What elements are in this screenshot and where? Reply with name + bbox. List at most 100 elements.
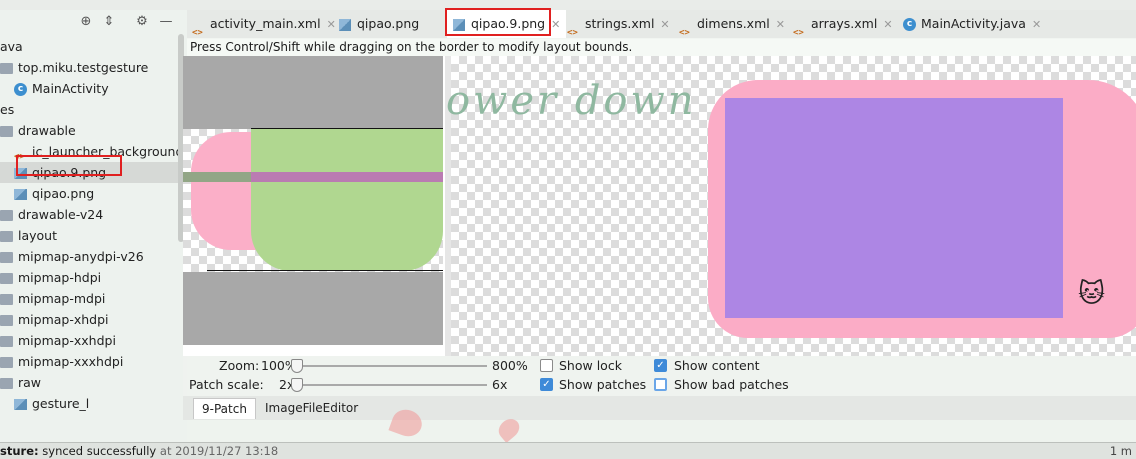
editor-mode-tabs: 9-Patch ImageFileEditor bbox=[183, 396, 1136, 420]
content-band-green bbox=[183, 172, 251, 182]
show-content-label[interactable]: Show content bbox=[674, 358, 760, 373]
close-icon[interactable]: ✕ bbox=[551, 18, 560, 31]
tab-mainactivity-java[interactable]: c MainActivity.java ✕ bbox=[903, 10, 1041, 38]
tree-item-drawable-v24[interactable]: drawable-v24 bbox=[0, 204, 103, 225]
tree-item-label: mipmap-xhdpi bbox=[18, 312, 109, 327]
editor-tab-bar: <>activity_main.xml ✕ qipao.png qipao.9.p… bbox=[187, 10, 1136, 39]
tree-item-qipao[interactable]: qipao.png bbox=[14, 183, 94, 204]
patch-scale-label: Patch scale: bbox=[189, 377, 264, 392]
ninepatch-controls: Zoom: 100% 800% Patch scale: 2x 6x Show … bbox=[183, 356, 1136, 396]
tree-item-label: drawable-v24 bbox=[18, 207, 104, 222]
tree-item-label: qipao.png bbox=[32, 186, 95, 201]
tab-9-patch[interactable]: 9-Patch bbox=[193, 398, 256, 419]
tree-item-layout[interactable]: layout bbox=[0, 225, 57, 246]
tree-item-mipmap-mdpi[interactable]: mipmap-mdpi bbox=[0, 288, 105, 309]
folder-icon bbox=[0, 378, 13, 389]
preview-content-area bbox=[725, 98, 1063, 318]
xml-file-icon: <> bbox=[567, 27, 578, 38]
tree-item-res[interactable]: es bbox=[0, 99, 14, 120]
show-lock-checkbox[interactable] bbox=[540, 359, 553, 372]
tree-item-package[interactable]: top.miku.testgesture bbox=[0, 57, 148, 78]
tree-item-label: top.miku.testgesture bbox=[18, 60, 149, 75]
tab-qipao[interactable]: qipao.png bbox=[339, 10, 419, 38]
tab-label: arrays.xml bbox=[811, 16, 878, 31]
tree-item-mipmap-anydpi[interactable]: mipmap-anydpi-v26 bbox=[0, 246, 144, 267]
tree-item-mipmap-xxhdpi[interactable]: mipmap-xxhdpi bbox=[0, 330, 116, 351]
show-bad-patches-checkbox[interactable] bbox=[654, 378, 667, 391]
zoom-slider[interactable] bbox=[295, 365, 487, 367]
patch-marker-top[interactable] bbox=[251, 128, 443, 129]
show-patches-checkbox[interactable]: ✓ bbox=[540, 378, 553, 391]
tab-dimens[interactable]: <> dimens.xml ✕ bbox=[679, 10, 785, 38]
xml-file-icon: <> bbox=[679, 27, 690, 38]
annotation-highlight-box bbox=[445, 8, 551, 36]
tab-activity-main[interactable]: <> activity_main.xml ✕ bbox=[192, 10, 336, 38]
tree-item-mipmap-xxxhdpi[interactable]: mipmap-xxxhdpi bbox=[0, 351, 123, 372]
tree-item-label: drawable bbox=[18, 123, 76, 138]
xml-file-icon: <> bbox=[192, 27, 203, 38]
main-toolbar-strip bbox=[0, 0, 1136, 10]
close-icon[interactable]: ✕ bbox=[1032, 18, 1041, 31]
zoom-max-label: 800% bbox=[492, 358, 528, 373]
patch-scale-slider-thumb[interactable] bbox=[291, 378, 303, 392]
tree-item-mainactivity[interactable]: c MainActivity bbox=[14, 78, 109, 99]
annotation-highlight-box bbox=[16, 155, 122, 176]
tab-image-file-editor[interactable]: ImageFileEditor bbox=[257, 398, 366, 418]
canvas-margin-bottom bbox=[183, 272, 443, 345]
show-content-checkbox[interactable]: ✓ bbox=[654, 359, 667, 372]
minimize-icon[interactable]: — bbox=[158, 14, 174, 30]
tab-label: dimens.xml bbox=[697, 16, 770, 31]
tab-label: strings.xml bbox=[585, 16, 655, 31]
tree-item-mipmap-xhdpi[interactable]: mipmap-xhdpi bbox=[0, 309, 109, 330]
status-message: synced successfully bbox=[42, 444, 157, 458]
collapse-all-icon[interactable]: ⇕ bbox=[101, 14, 117, 30]
tree-item-label: MainActivity bbox=[32, 81, 109, 96]
tree-item-java[interactable]: ava bbox=[0, 36, 23, 57]
zoom-slider-thumb[interactable] bbox=[291, 359, 303, 373]
image-file-icon bbox=[339, 18, 351, 31]
folder-icon bbox=[0, 273, 13, 284]
tree-item-label: gesture_l bbox=[32, 396, 90, 411]
folder-icon bbox=[0, 294, 13, 305]
tab-label: MainActivity.java bbox=[921, 16, 1026, 31]
tree-item-label: mipmap-hdpi bbox=[18, 270, 102, 285]
cat-face-icon: 🐱 bbox=[1078, 279, 1106, 309]
ninepatch-editor[interactable]: ower down 🐱 bbox=[183, 56, 1136, 356]
stretch-patch-region bbox=[251, 129, 443, 271]
show-patches-label[interactable]: Show patches bbox=[559, 377, 646, 392]
status-bar: sture: synced successfully at 2019/11/27… bbox=[0, 442, 1136, 459]
tree-item-label: mipmap-xxxhdpi bbox=[18, 354, 124, 369]
show-lock-label[interactable]: Show lock bbox=[559, 358, 622, 373]
tree-item-label: mipmap-mdpi bbox=[18, 291, 106, 306]
folder-icon bbox=[0, 252, 13, 263]
tab-strings[interactable]: <> strings.xml ✕ bbox=[567, 10, 670, 38]
patch-scale-slider[interactable] bbox=[295, 384, 487, 386]
image-file-icon bbox=[14, 189, 27, 200]
project-tree: ⊕ ⇕ ⚙ — ava top.miku.testgesture c MainAc… bbox=[0, 10, 187, 442]
patch-marker-bottom[interactable] bbox=[207, 270, 443, 271]
close-icon[interactable]: ✕ bbox=[660, 18, 669, 31]
tab-label: activity_main.xml bbox=[210, 16, 321, 31]
tree-item-label: mipmap-xxhdpi bbox=[18, 333, 116, 348]
ninepatch-hint: Press Control/Shift while dragging on th… bbox=[187, 38, 1136, 56]
locate-icon[interactable]: ⊕ bbox=[78, 14, 94, 30]
tree-item-drawable[interactable]: drawable bbox=[0, 120, 76, 141]
folder-icon bbox=[0, 315, 13, 326]
close-icon[interactable]: ✕ bbox=[776, 18, 785, 31]
gear-icon[interactable]: ⚙ bbox=[134, 14, 150, 30]
status-prefix: sture: bbox=[0, 444, 39, 458]
tree-item-raw[interactable]: raw bbox=[0, 372, 41, 393]
ninepatch-source-canvas[interactable] bbox=[183, 56, 443, 345]
tab-arrays[interactable]: <> arrays.xml ✕ bbox=[793, 10, 893, 38]
folder-icon bbox=[0, 126, 13, 137]
project-tree-toolbar: ⊕ ⇕ ⚙ — bbox=[0, 10, 187, 34]
preview-background-text: ower down bbox=[446, 78, 697, 124]
close-icon[interactable]: ✕ bbox=[327, 18, 336, 31]
show-bad-patches-label[interactable]: Show bad patches bbox=[674, 377, 789, 392]
tree-item-label: ava bbox=[0, 39, 23, 54]
tree-item-mipmap-hdpi[interactable]: mipmap-hdpi bbox=[0, 267, 101, 288]
folder-icon bbox=[0, 231, 13, 242]
close-icon[interactable]: ✕ bbox=[883, 18, 892, 31]
folder-icon bbox=[0, 63, 13, 74]
tree-item-gesture[interactable]: gesture_l bbox=[14, 393, 89, 414]
